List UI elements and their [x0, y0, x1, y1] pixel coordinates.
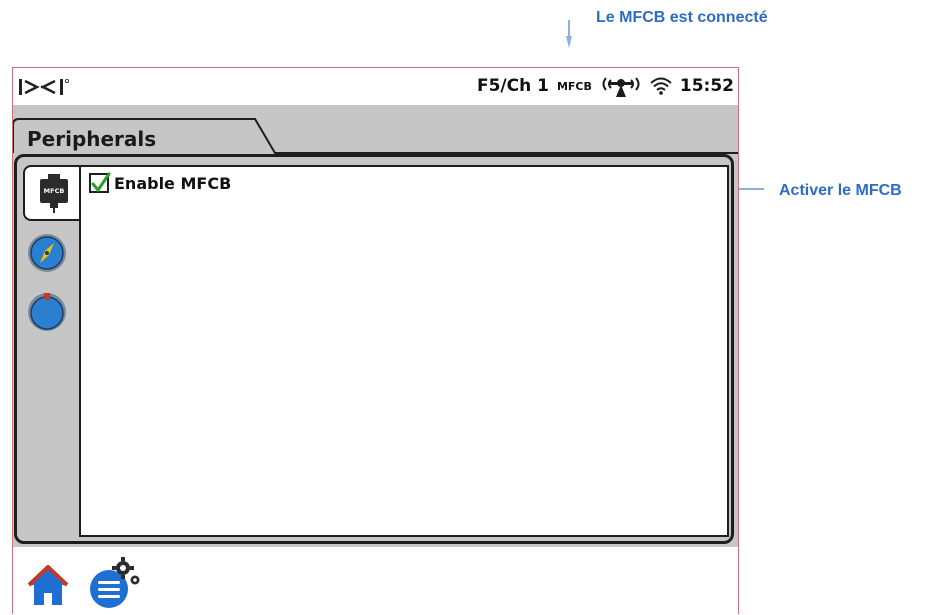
- peripherals-panel: MFCB Enable MFCB: [14, 154, 734, 544]
- tab-peripherals[interactable]: Peripherals: [27, 127, 156, 151]
- wifi-icon: [650, 77, 672, 95]
- clock-label: 15:52: [679, 76, 734, 96]
- gauge-icon: [28, 293, 66, 331]
- sidebar-tab-compass[interactable]: [27, 233, 67, 273]
- sidebar-tab-gauge[interactable]: [27, 292, 67, 332]
- content-area: Peripherals MFCB Enable MFCB: [13, 105, 738, 547]
- annotation-enable-mfcb: Activer le MFCB: [779, 182, 902, 199]
- checkmark-icon: [91, 172, 111, 193]
- dci-logo: [19, 78, 70, 95]
- compass-icon: [28, 234, 66, 272]
- annotation-arrow-down: [566, 20, 572, 48]
- sidebar-tab-mfcb[interactable]: MFCB: [23, 165, 81, 221]
- enable-mfcb-checkbox[interactable]: [89, 172, 111, 193]
- annotation-mfcb-connected: Le MFCB est connecté: [596, 9, 768, 26]
- status-bar: F5/Ch 1 MFCB 15:52: [13, 68, 738, 105]
- settings-menu-icon[interactable]: [87, 555, 143, 609]
- settings-list: [79, 165, 729, 537]
- device-screen: F5/Ch 1 MFCB 15:52 Peripherals MFCB Enab…: [12, 67, 739, 615]
- status-indicators: F5/Ch 1 MFCB 15:52: [477, 75, 734, 97]
- channel-label: F5/Ch 1: [476, 76, 549, 96]
- bottom-nav: [13, 547, 738, 615]
- antenna-icon: [602, 77, 640, 97]
- mfcb-device-icon: MFCB: [40, 174, 68, 213]
- mfcb-status-label: MFCB: [556, 79, 592, 93]
- home-icon[interactable]: [27, 565, 69, 607]
- enable-mfcb-label: Enable MFCB: [114, 173, 232, 193]
- svg-text:MFCB: MFCB: [44, 187, 65, 195]
- enable-mfcb-row[interactable]: Enable MFCB: [89, 172, 232, 193]
